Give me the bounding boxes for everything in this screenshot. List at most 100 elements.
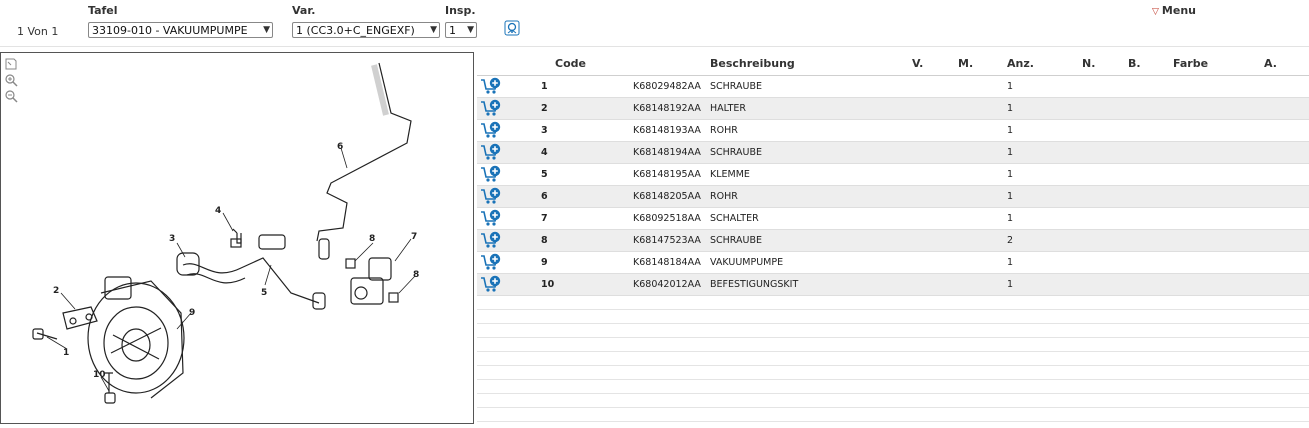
table-row[interactable]: 4 K68148194AA SCHRAUBE 1 xyxy=(477,142,1309,164)
table-row[interactable]: 3 K68148193AA ROHR 1 xyxy=(477,120,1309,142)
row-description: SCHRAUBE xyxy=(710,147,762,158)
callout-7: 7 xyxy=(411,232,417,242)
row-quantity: 1 xyxy=(1007,103,1014,114)
row-description: ROHR xyxy=(710,191,738,202)
empty-row xyxy=(477,366,1309,380)
variant-select[interactable]: 1 (CC3.0+C_ENGEXF) ▼ xyxy=(292,22,440,38)
row-part-code: K68148193AA xyxy=(633,125,701,136)
table-empty-area xyxy=(477,296,1309,422)
row-position: 2 xyxy=(541,103,548,114)
col-header-m[interactable]: M. xyxy=(958,57,973,70)
variant-select-value: 1 (CC3.0+C_ENGEXF) xyxy=(296,24,415,37)
add-to-cart-icon[interactable] xyxy=(480,275,502,294)
table-row[interactable]: 2 K68148192AA HALTER 1 xyxy=(477,98,1309,120)
add-to-cart-icon[interactable] xyxy=(480,77,502,96)
empty-row xyxy=(477,352,1309,366)
table-row[interactable]: 1 K68029482AA SCHRAUBE 1 xyxy=(477,76,1309,98)
insp-select[interactable]: 1 ▼ xyxy=(445,22,477,38)
row-description: SCHALTER xyxy=(710,213,759,224)
callout-9: 9 xyxy=(189,308,195,318)
row-position: 4 xyxy=(541,147,548,158)
empty-row xyxy=(477,310,1309,324)
empty-row xyxy=(477,394,1309,408)
col-header-code[interactable]: Code xyxy=(555,57,586,70)
callout-5: 5 xyxy=(261,288,267,298)
table-row[interactable]: 9 K68148184AA VAKUUMPUMPE 1 xyxy=(477,252,1309,274)
add-to-cart-icon[interactable] xyxy=(480,231,502,250)
table-row[interactable]: 8 K68147523AA SCHRAUBE 2 xyxy=(477,230,1309,252)
add-to-cart-icon[interactable] xyxy=(480,99,502,118)
row-part-code: K68029482AA xyxy=(633,81,701,92)
row-description: BEFESTIGUNGSKIT xyxy=(710,279,799,290)
bolt-part-4 xyxy=(232,228,242,244)
add-to-cart-icon[interactable] xyxy=(480,121,502,140)
variant-label: Var. xyxy=(292,4,316,17)
col-header-a[interactable]: A. xyxy=(1264,57,1277,70)
add-to-cart-icon[interactable] xyxy=(480,143,502,162)
col-header-beschreibung[interactable]: Beschreibung xyxy=(710,57,795,70)
table-body: 1 K68029482AA SCHRAUBE 1 2 K68148192AA HALTER 1… xyxy=(477,76,1309,296)
table-header: Code Beschreibung V. M. Anz. N. B. Farbe… xyxy=(477,52,1309,76)
page-indicator: 1 Von 1 xyxy=(17,25,59,38)
row-position: 8 xyxy=(541,235,548,246)
col-header-farbe[interactable]: Farbe xyxy=(1173,57,1208,70)
table-row[interactable]: 10 K68042012AA BEFESTIGUNGSKIT 1 xyxy=(477,274,1309,296)
col-header-n[interactable]: N. xyxy=(1082,57,1095,70)
bolt-part-10 xyxy=(105,372,113,393)
callout-8b: 8 xyxy=(413,270,419,280)
exploded-view-drawing: 1 2 3 4 5 6 7 8 8 9 10 xyxy=(32,62,419,404)
row-description: VAKUUMPUMPE xyxy=(710,257,784,268)
callout-3: 3 xyxy=(169,234,175,244)
callout-6: 6 xyxy=(337,142,343,152)
callout-2: 2 xyxy=(53,286,59,296)
magnifier-icon[interactable] xyxy=(503,19,521,37)
add-to-cart-icon[interactable] xyxy=(480,253,502,272)
top-toolbar: Tafel Var. Insp. 1 Von 1 33109-010 - VAK… xyxy=(0,0,1309,47)
row-part-code: K68092518AA xyxy=(633,213,701,224)
col-header-anz[interactable]: Anz. xyxy=(1007,57,1034,70)
row-part-code: K68148194AA xyxy=(633,147,701,158)
row-description: ROHR xyxy=(710,125,738,136)
empty-row xyxy=(477,338,1309,352)
triangle-down-icon: ▽ xyxy=(1152,7,1159,17)
parts-diagram[interactable]: 1 2 3 4 5 6 7 8 8 9 10 xyxy=(0,52,474,424)
tafel-label: Tafel xyxy=(88,4,118,17)
table-row[interactable]: 6 K68148205AA ROHR 1 xyxy=(477,186,1309,208)
row-position: 1 xyxy=(541,81,548,92)
row-position: 6 xyxy=(541,191,548,202)
tafel-select[interactable]: 33109-010 - VAKUUMPUMPE ▼ xyxy=(88,22,273,38)
parts-table: Code Beschreibung V. M. Anz. N. B. Farbe… xyxy=(477,52,1309,422)
row-position: 7 xyxy=(541,213,548,224)
row-quantity: 2 xyxy=(1007,235,1014,246)
row-part-code: K68148195AA xyxy=(633,169,701,180)
callout-1: 1 xyxy=(63,348,69,358)
insp-select-value: 1 xyxy=(449,24,456,37)
insp-label: Insp. xyxy=(445,4,476,17)
row-quantity: 1 xyxy=(1007,213,1014,224)
row-quantity: 1 xyxy=(1007,279,1014,290)
menu-button[interactable]: ▽ Menu xyxy=(1152,4,1196,17)
bolt-part-1 xyxy=(36,332,58,340)
row-part-code: K68148205AA xyxy=(633,191,701,202)
add-to-cart-icon[interactable] xyxy=(480,165,502,184)
row-position: 9 xyxy=(541,257,548,268)
empty-row xyxy=(477,408,1309,422)
callout-4: 4 xyxy=(215,206,221,216)
add-to-cart-icon[interactable] xyxy=(480,187,502,206)
row-position: 3 xyxy=(541,125,548,136)
row-part-code: K68147523AA xyxy=(633,235,701,246)
table-row[interactable]: 7 K68092518AA SCHALTER 1 xyxy=(477,208,1309,230)
row-description: KLEMME xyxy=(710,169,750,180)
chevron-down-icon: ▼ xyxy=(430,25,437,35)
tafel-select-value: 33109-010 - VAKUUMPUMPE xyxy=(92,24,248,37)
tube-part-3 xyxy=(182,257,320,304)
col-header-b[interactable]: B. xyxy=(1128,57,1141,70)
empty-row xyxy=(477,324,1309,338)
chevron-down-icon: ▼ xyxy=(467,25,474,35)
add-to-cart-icon[interactable] xyxy=(480,209,502,228)
row-quantity: 1 xyxy=(1007,125,1014,136)
row-quantity: 1 xyxy=(1007,169,1014,180)
table-row[interactable]: 5 K68148195AA KLEMME 1 xyxy=(477,164,1309,186)
row-quantity: 1 xyxy=(1007,257,1014,268)
col-header-v[interactable]: V. xyxy=(912,57,923,70)
